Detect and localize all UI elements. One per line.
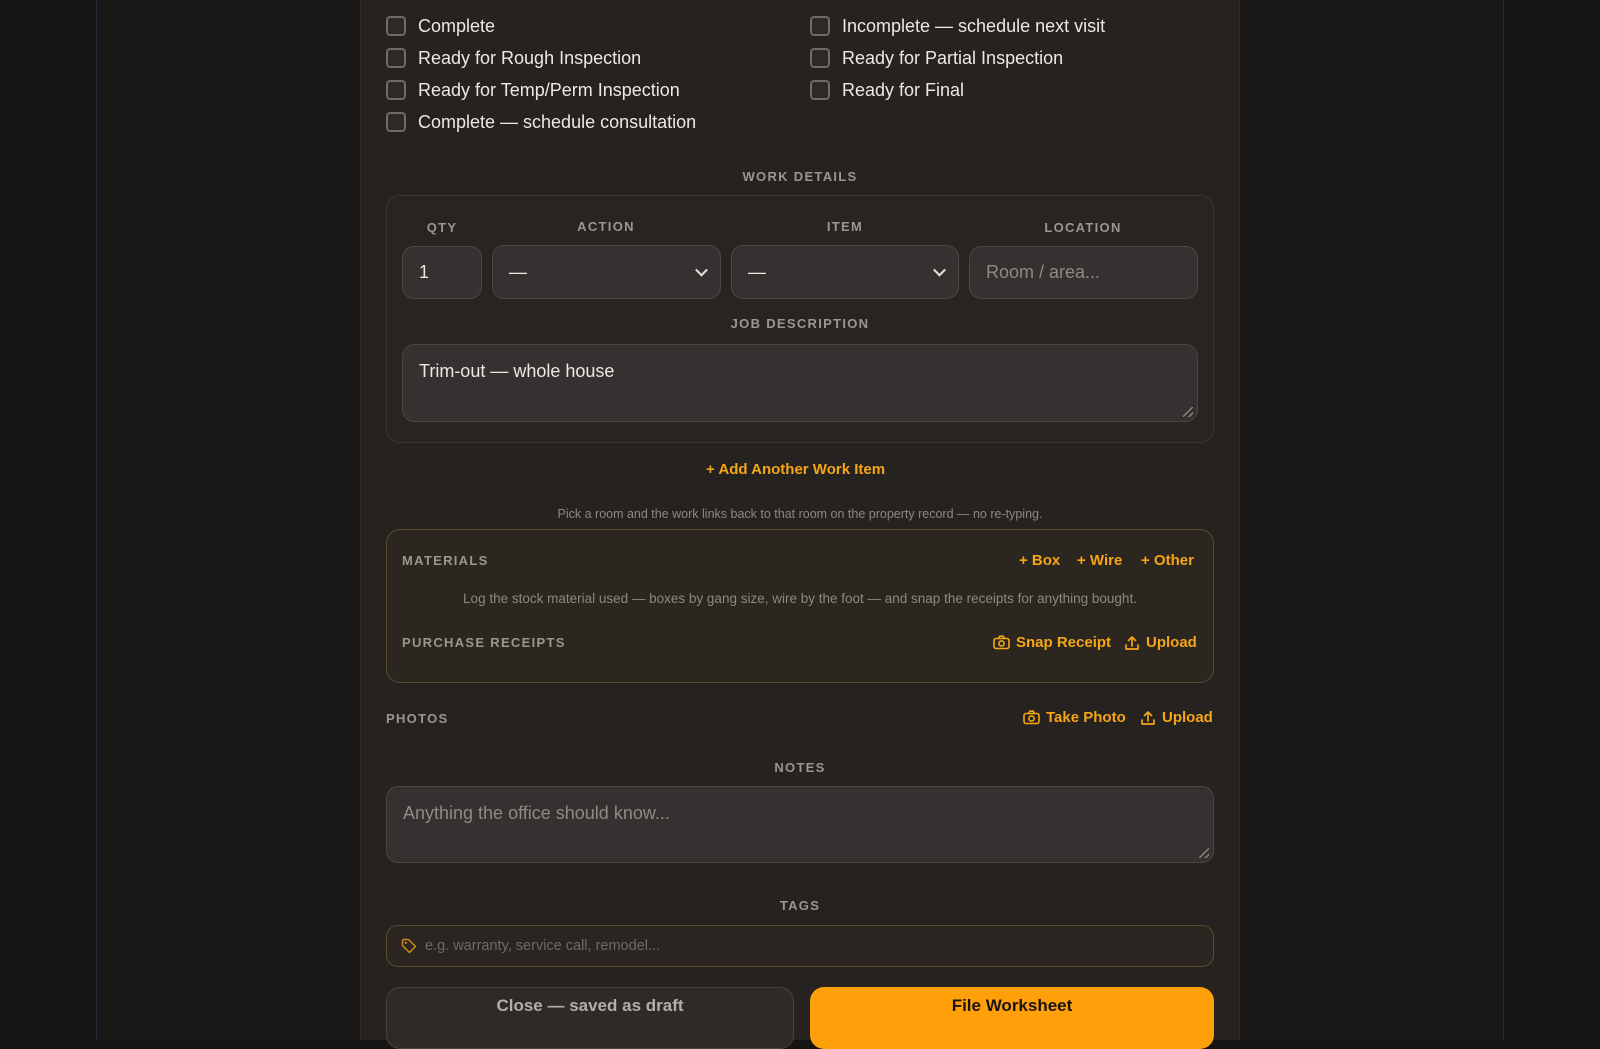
take-photo-label: Take Photo <box>1046 709 1126 726</box>
checkbox-rough-inspection[interactable]: Ready for Rough Inspection <box>386 46 641 70</box>
add-wire-button[interactable]: + Wire <box>1077 552 1122 569</box>
job-description-textarea[interactable]: Trim-out — whole house <box>402 344 1198 422</box>
camera-icon <box>993 635 1010 650</box>
photos-heading: PHOTOS <box>386 711 449 726</box>
close-draft-label: Close — saved as draft <box>496 996 684 1015</box>
upload-icon <box>1141 710 1155 725</box>
tag-icon <box>401 938 417 954</box>
checkbox-box[interactable] <box>386 16 406 36</box>
resize-handle[interactable] <box>1199 848 1209 858</box>
checkbox-temp-perm-inspection[interactable]: Ready for Temp/Perm Inspection <box>386 78 680 102</box>
resize-handle[interactable] <box>1183 407 1193 417</box>
photo-upload-button[interactable]: Upload <box>1140 709 1213 726</box>
snap-receipt-label: Snap Receipt <box>1016 634 1112 651</box>
checkbox-box[interactable] <box>386 80 406 100</box>
qty-input[interactable]: 1 <box>402 246 482 299</box>
checkbox-label: Ready for Rough Inspection <box>418 47 642 68</box>
job-description-label: JOB DESCRIPTION <box>730 316 870 331</box>
qty-value: 1 <box>419 262 430 282</box>
checkbox-partial-inspection[interactable]: Ready for Partial Inspection <box>810 46 1063 70</box>
snap-receipt-button[interactable]: Snap Receipt <box>993 634 1111 651</box>
item-select[interactable]: — <box>731 245 959 299</box>
notes-textarea[interactable]: Anything the office should know... <box>386 786 1214 863</box>
checkbox-complete[interactable]: Complete <box>386 14 495 38</box>
checkbox-box[interactable] <box>386 112 406 132</box>
take-photo-button[interactable]: Take Photo <box>1023 709 1126 726</box>
tags-input[interactable]: e.g. warranty, service call, remodel... <box>386 925 1214 967</box>
checkbox-label: Complete — schedule consultation <box>418 111 697 132</box>
location-placeholder: Room / area... <box>986 262 1101 282</box>
checkbox-box[interactable] <box>810 80 830 100</box>
purchase-receipts-heading: PURCHASE RECEIPTS <box>402 635 566 650</box>
tags-heading: TAGS <box>779 898 821 913</box>
add-box-button[interactable]: + Box <box>1019 552 1060 569</box>
materials-heading: MATERIALS <box>402 553 489 568</box>
checkbox-label: Ready for Final <box>842 79 965 100</box>
notes-placeholder: Anything the office should know... <box>403 803 670 823</box>
checkbox-box[interactable] <box>386 48 406 68</box>
camera-icon <box>1023 710 1040 725</box>
job-description-value: Trim-out — whole house <box>419 361 615 381</box>
file-worksheet-label: File Worksheet <box>951 996 1073 1015</box>
chevron-down-icon <box>695 263 708 277</box>
upload-icon <box>1125 635 1139 650</box>
tags-placeholder: e.g. warranty, service call, remodel... <box>425 938 661 954</box>
checkbox-consultation[interactable]: Complete — schedule consultation <box>386 110 696 134</box>
item-selected-value: — <box>748 261 766 282</box>
receipt-upload-label: Upload <box>1146 634 1197 651</box>
checkbox-label: Incomplete — schedule next visit <box>842 15 1106 36</box>
item-label: ITEM <box>826 219 864 234</box>
room-hint-text: Pick a room and the work links back to t… <box>557 507 1043 521</box>
receipt-upload-button[interactable]: Upload <box>1124 634 1197 651</box>
checkbox-incomplete[interactable]: Incomplete — schedule next visit <box>810 14 1105 38</box>
checkbox-box[interactable] <box>810 48 830 68</box>
action-selected-value: — <box>509 261 527 282</box>
checkbox-box[interactable] <box>810 16 830 36</box>
action-label: ACTION <box>577 219 635 234</box>
work-details-heading: WORK DETAILS <box>742 169 858 184</box>
location-label: LOCATION <box>1044 220 1122 235</box>
add-other-button[interactable]: + Other <box>1141 552 1194 569</box>
notes-heading: NOTES <box>774 760 826 775</box>
location-input[interactable]: Room / area... <box>969 246 1198 299</box>
checkbox-label: Ready for Partial Inspection <box>842 47 1064 68</box>
photo-upload-label: Upload <box>1162 709 1213 726</box>
checkbox-label: Complete <box>418 15 496 36</box>
checkbox-final[interactable]: Ready for Final <box>810 78 964 102</box>
add-work-item-button[interactable]: + Add Another Work Item <box>706 461 885 478</box>
action-select[interactable]: — <box>492 245 721 299</box>
materials-hint-text: Log the stock material used — boxes by g… <box>463 591 1137 606</box>
qty-label: QTY <box>426 220 458 235</box>
chevron-down-icon <box>933 263 946 277</box>
checkbox-label: Ready for Temp/Perm Inspection <box>418 79 680 100</box>
